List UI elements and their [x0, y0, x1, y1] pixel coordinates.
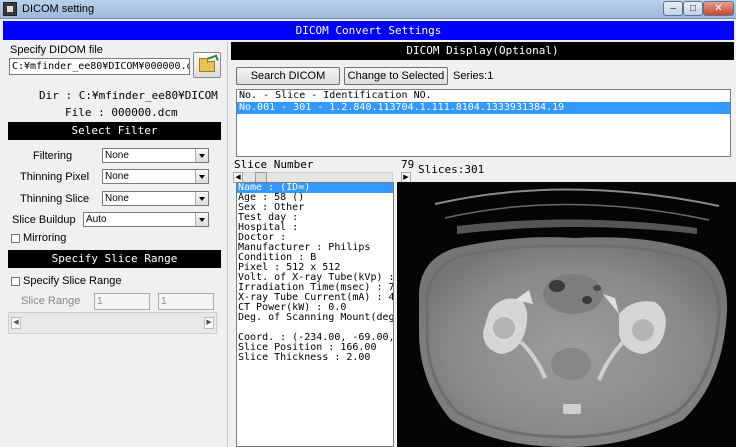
dir-label: Dir : C:¥mfinder_ee80¥DICOM	[39, 89, 218, 102]
specify-slice-range-label: Specify Slice Range	[23, 275, 122, 287]
change-to-selected-button[interactable]: Change to Selected	[344, 67, 448, 85]
slice-buildup-select[interactable]: Auto	[83, 212, 209, 227]
folder-icon	[199, 58, 215, 72]
chevron-down-icon	[195, 213, 208, 226]
chevron-down-icon	[195, 149, 208, 162]
series-row[interactable]: No.001 - 301 - 1.2.840.113704.1.111.8104…	[237, 102, 730, 114]
maximize-button[interactable]: □	[683, 1, 703, 16]
convert-settings-header: DICOM Convert Settings	[3, 21, 734, 40]
search-dicom-button[interactable]: Search DICOM	[236, 67, 340, 85]
right-panel: DICOM Display(Optional) Search DICOM Cha…	[231, 42, 736, 447]
file-path-input[interactable]: C:¥mfinder_ee80¥DICOM¥000000.dcm	[9, 58, 190, 75]
file-name-label: File : 000000.dcm	[65, 106, 178, 119]
dicom-info-list[interactable]: Name : (ID=) Age : 58 () Sex : Other Tes…	[236, 182, 394, 447]
slice-range-header: Specify Slice Range	[8, 250, 221, 268]
chevron-down-icon	[195, 170, 208, 183]
window-title: DICOM setting	[22, 3, 95, 15]
title-bar: DICOM setting – □ ✕	[0, 0, 736, 19]
info-line: Slice Thickness : 2.00	[238, 352, 371, 363]
slice-number-value: 79	[401, 158, 415, 171]
left-panel: Specify DIDOM file C:¥mfinder_ee80¥DICOM…	[3, 42, 228, 447]
slice-number-label: Slice Number	[234, 158, 314, 171]
thinning-pixel-label: Thinning Pixel	[20, 171, 90, 183]
series-list[interactable]: No. - Slice - Identification NO. No.001 …	[236, 89, 731, 157]
slice-range-label: Slice Range	[21, 295, 81, 307]
chevron-down-icon	[195, 192, 208, 205]
series-header-row: No. - Slice - Identification NO.	[239, 90, 432, 101]
filtering-label: Filtering	[33, 150, 73, 162]
thinning-slice-select[interactable]: None	[102, 191, 209, 206]
filtering-value: None	[105, 150, 129, 161]
mirroring-label: Mirroring	[23, 232, 67, 244]
slice-range-from-input[interactable]: 1	[94, 293, 150, 310]
thinning-slice-value: None	[105, 193, 129, 204]
slice-buildup-label: Slice Buildup	[12, 214, 76, 226]
close-button[interactable]: ✕	[703, 1, 734, 16]
arrow-icon	[207, 54, 219, 64]
scroll-left-icon[interactable]: ◀	[11, 317, 21, 329]
scroll-right-icon[interactable]: ▶	[204, 317, 214, 329]
specify-slice-range-checkbox[interactable]	[11, 277, 20, 286]
info-line: Deg. of Scanning Mount(deg.) :	[238, 312, 394, 323]
select-filter-header: Select Filter	[8, 122, 221, 140]
slice-buildup-value: Auto	[86, 214, 107, 225]
slice-range-scrollbar[interactable]: ◀ ▶	[8, 312, 217, 334]
app-icon	[3, 2, 17, 16]
specify-file-label: Specify DIDOM file	[10, 44, 103, 56]
filtering-select[interactable]: None	[102, 148, 209, 163]
minimize-button[interactable]: –	[663, 1, 683, 16]
dicom-display-header: DICOM Display(Optional)	[231, 42, 734, 60]
slices-count-label: Slices:301	[418, 163, 485, 176]
ct-slice-image[interactable]	[397, 182, 736, 447]
thinning-pixel-select[interactable]: None	[102, 169, 209, 184]
thinning-slice-label: Thinning Slice	[20, 193, 90, 205]
series-count-label: Series:1	[453, 70, 494, 82]
browse-folder-button[interactable]	[193, 52, 221, 78]
mirroring-checkbox[interactable]	[11, 234, 20, 243]
thinning-pixel-value: None	[105, 171, 129, 182]
slice-range-to-input[interactable]: 1	[158, 293, 214, 310]
